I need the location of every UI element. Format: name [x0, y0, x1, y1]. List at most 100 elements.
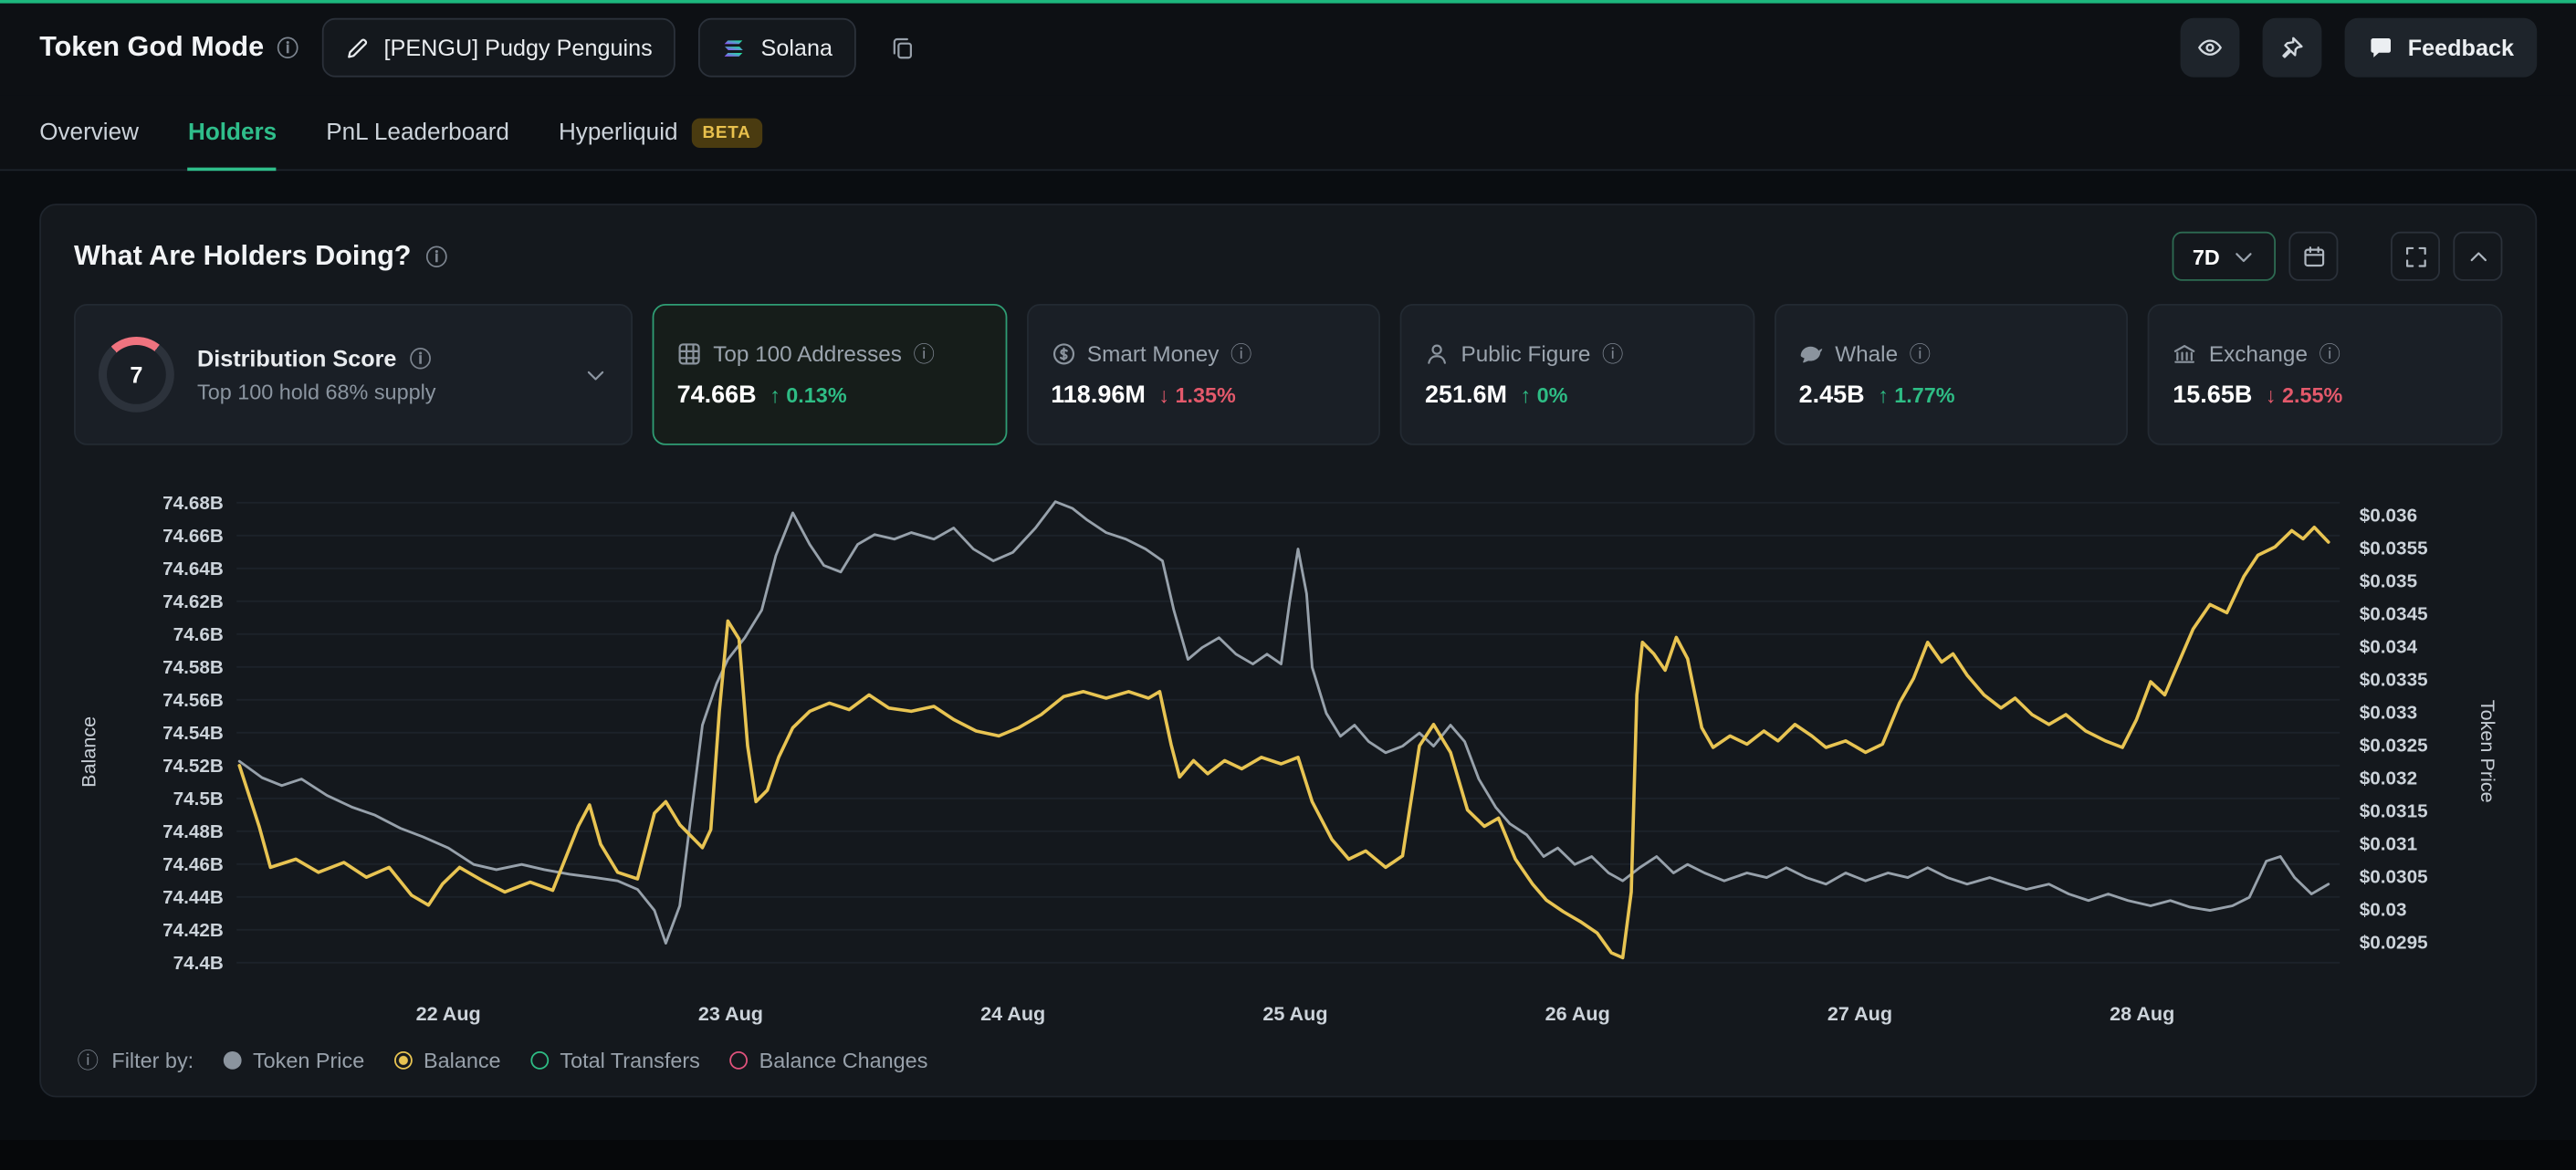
left-axis-title: Balance — [74, 468, 103, 1035]
copy-icon — [891, 36, 916, 60]
legend-dot — [530, 1051, 549, 1070]
right-axis-tick: $0.034 — [2360, 636, 2418, 657]
balance-line — [239, 528, 2329, 958]
tab-label: Overview — [39, 120, 139, 146]
info-icon[interactable]: ⓘ — [410, 348, 431, 369]
top-accent-bar — [0, 0, 2576, 4]
legend-dot — [224, 1051, 242, 1070]
bank-icon — [2173, 341, 2197, 366]
x-axis-tick: 27 Aug — [1827, 1002, 1892, 1025]
stat-label: Whale — [1835, 341, 1898, 366]
info-icon[interactable]: ⓘ — [2319, 342, 2340, 363]
holders-chart[interactable]: 74.68B74.66B74.64B74.62B74.6B74.58B74.56… — [103, 468, 2473, 1035]
right-axis-tick: $0.0355 — [2360, 538, 2428, 559]
chevron-up-icon — [2466, 244, 2490, 268]
page-title-group: Token God Mode ⓘ — [39, 31, 298, 64]
range-selector[interactable]: 7D — [2173, 232, 2276, 281]
stat-card-whale[interactable]: Whaleⓘ2.45B↑ 1.77% — [1775, 304, 2129, 445]
app-root: Token God Mode ⓘ [PENGU] Pudgy Penguins … — [0, 0, 2576, 1170]
stat-change: ↑ 0% — [1520, 382, 1567, 407]
right-axis-tick: $0.0335 — [2360, 669, 2428, 690]
tab-holders[interactable]: Holders — [188, 95, 277, 169]
legend-item-balance[interactable]: Balance — [394, 1048, 501, 1072]
legend-item-token-price[interactable]: Token Price — [224, 1048, 365, 1072]
info-icon[interactable]: ⓘ — [1230, 342, 1251, 363]
stats-row: 7 Distribution Score ⓘ Top 100 hold 68% … — [74, 304, 2502, 445]
left-axis-tick: 74.48B — [162, 821, 224, 842]
feedback-button[interactable]: Feedback — [2345, 18, 2537, 78]
feedback-label: Feedback — [2408, 35, 2514, 61]
right-axis-tick: $0.0325 — [2360, 735, 2428, 756]
distribution-text: Distribution Score ⓘ Top 100 hold 68% su… — [197, 345, 560, 404]
left-axis-tick: 74.5B — [173, 789, 224, 810]
legend-item-total-transfers[interactable]: Total Transfers — [530, 1048, 700, 1072]
stat-card-top-100-addresses[interactable]: Top 100 Addressesⓘ74.66B↑ 0.13% — [653, 304, 1007, 445]
right-axis-tick: $0.033 — [2360, 702, 2417, 723]
stat-card-public-figure[interactable]: Public Figureⓘ251.6M↑ 0% — [1400, 304, 1754, 445]
legend-label: Total Transfers — [560, 1048, 699, 1072]
tab-overview[interactable]: Overview — [39, 95, 139, 169]
holders-panel: What Are Holders Doing? ⓘ 7D — [39, 204, 2537, 1097]
legend-dot — [394, 1051, 413, 1070]
legend-label: Balance Changes — [759, 1048, 928, 1072]
left-axis-tick: 74.54B — [162, 723, 224, 744]
distribution-subtitle: Top 100 hold 68% supply — [197, 380, 560, 404]
left-axis-tick: 74.44B — [162, 887, 224, 908]
tab-label: Hyperliquid — [559, 120, 678, 146]
info-icon[interactable]: ⓘ — [914, 342, 935, 363]
copy-address-button[interactable] — [878, 18, 927, 78]
stat-change: ↓ 1.35% — [1158, 382, 1236, 407]
stat-card-exchange[interactable]: Exchange ⓘ 15.65B ↓ 2.55% — [2148, 304, 2502, 445]
stat-value: 2.45B — [1799, 381, 1865, 409]
x-axis-tick: 22 Aug — [416, 1002, 481, 1025]
tab-label: PnL Leaderboard — [326, 120, 509, 146]
coin-icon — [1051, 341, 1075, 366]
right-axis-tick: $0.0305 — [2360, 866, 2428, 887]
info-icon[interactable]: ⓘ — [426, 245, 447, 266]
watch-button[interactable] — [2181, 18, 2240, 78]
eye-icon — [2197, 35, 2224, 61]
calendar-button[interactable] — [2288, 232, 2338, 281]
info-icon[interactable]: ⓘ — [1910, 342, 1931, 363]
bottom-strip — [0, 1140, 2576, 1169]
chart-legend: ⓘ Filter by: Token Price Balance Total Tra… — [74, 1035, 2502, 1076]
chain-selector-button[interactable]: Solana — [698, 18, 855, 78]
header: Token God Mode ⓘ [PENGU] Pudgy Penguins … — [0, 0, 2576, 95]
info-icon[interactable]: ⓘ — [1602, 342, 1623, 363]
page-title: Token God Mode — [39, 31, 264, 64]
right-axis-tick: $0.032 — [2360, 768, 2417, 789]
right-axis-tick: $0.0315 — [2360, 800, 2428, 821]
pin-button[interactable] — [2263, 18, 2322, 78]
right-axis-tick: $0.0295 — [2360, 932, 2428, 953]
collapse-panel-button[interactable] — [2453, 232, 2502, 281]
tab-pnl-leaderboard[interactable]: PnL Leaderboard — [326, 95, 509, 169]
left-axis-tick: 74.66B — [162, 526, 224, 547]
stat-change: ↓ 2.55% — [2266, 382, 2343, 407]
token-selector-button[interactable]: [PENGU] Pudgy Penguins — [321, 18, 675, 78]
stat-value: 15.65B — [2173, 381, 2252, 409]
left-axis-tick: 74.52B — [162, 756, 224, 777]
chevron-down-icon[interactable] — [583, 362, 608, 387]
x-axis-tick: 26 Aug — [1545, 1002, 1610, 1025]
left-axis-tick: 74.4B — [173, 953, 224, 974]
x-axis-tick: 25 Aug — [1262, 1002, 1327, 1025]
panel-title-group: What Are Holders Doing? ⓘ — [74, 240, 447, 273]
stat-change: ↑ 0.13% — [770, 382, 847, 407]
panel-header: What Are Holders Doing? ⓘ 7D — [74, 232, 2502, 281]
legend-item-balance-changes[interactable]: Balance Changes — [729, 1048, 927, 1072]
left-axis-tick: 74.58B — [162, 657, 224, 678]
stat-label: Exchange — [2209, 341, 2308, 366]
left-axis-tick: 74.46B — [162, 854, 224, 875]
right-axis-tick: $0.036 — [2360, 505, 2417, 526]
stat-label: Public Figure — [1461, 341, 1591, 366]
info-icon[interactable]: ⓘ — [277, 37, 298, 58]
distribution-score-card[interactable]: 7 Distribution Score ⓘ Top 100 hold 68% … — [74, 304, 633, 445]
info-icon[interactable]: ⓘ — [78, 1050, 99, 1071]
stat-card-smart-money[interactable]: Smart Moneyⓘ118.96M↓ 1.35% — [1026, 304, 1380, 445]
legend-label: Token Price — [253, 1048, 364, 1072]
fullscreen-button[interactable] — [2391, 232, 2440, 281]
chart-area: Balance 74.68B74.66B74.64B74.62B74.6B74.… — [74, 468, 2502, 1035]
panel-title: What Are Holders Doing? — [74, 240, 411, 273]
tab-hyperliquid[interactable]: HyperliquidBETA — [559, 95, 762, 169]
legend-title-label: Filter by: — [111, 1048, 194, 1072]
